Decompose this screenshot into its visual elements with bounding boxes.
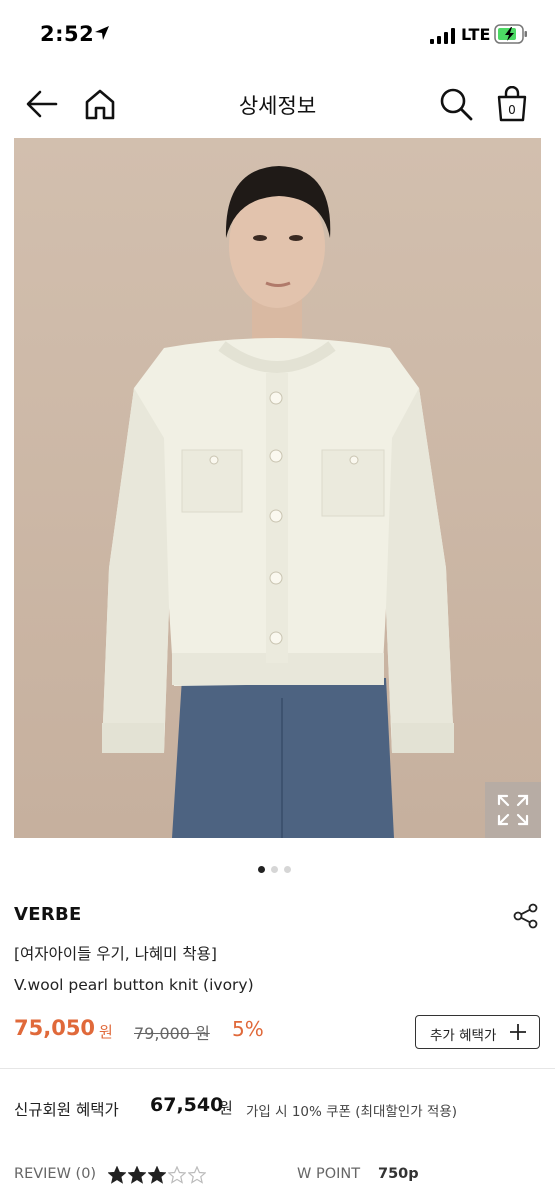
plus-icon [510, 1024, 526, 1040]
original-price: 79,000 원 [134, 1024, 210, 1043]
battery-icon [494, 24, 527, 44]
top-nav: 상세정보 0 [0, 70, 555, 138]
member-price: 67,540 [150, 1094, 224, 1116]
extra-benefit-label: 추가 혜택가 [430, 1028, 497, 1044]
expand-button[interactable] [485, 782, 541, 838]
share-icon[interactable] [512, 902, 540, 930]
status-bar: 2:52 LTE [0, 0, 555, 70]
rating-stars [108, 1166, 206, 1184]
status-time: 2:52 [40, 22, 95, 46]
cart-count: 0 [508, 103, 516, 117]
member-price-row: 신규회원 혜택가 67,540 원 가입 시 10% 쿠폰 (최대할인가 적용) [14, 1094, 544, 1122]
search-icon[interactable] [438, 86, 474, 122]
shopping-bag-icon[interactable]: 0 [494, 86, 530, 122]
product-subtitle: [여자아이들 우기, 나혜미 착용] [14, 945, 217, 963]
pager-dot-3[interactable] [284, 866, 291, 873]
signal-icon [430, 28, 455, 44]
image-pager [258, 866, 291, 873]
review-row: REVIEW (0) W POINT 750p [14, 1164, 544, 1188]
wpoint-value: 750p [378, 1166, 419, 1182]
star-empty-icon [188, 1166, 206, 1184]
member-coupon-note: 가입 시 10% 쿠폰 (최대할인가 적용) [246, 1104, 458, 1120]
divider [0, 1068, 555, 1069]
sale-price: 75,050 [14, 1016, 96, 1040]
network-type: LTE [461, 25, 491, 44]
review-count[interactable]: REVIEW (0) [14, 1166, 96, 1182]
location-arrow-icon [95, 26, 109, 40]
member-price-unit: 원 [219, 1099, 233, 1117]
wpoint-label: W POINT [297, 1166, 361, 1182]
sale-price-unit: 원 [99, 1023, 113, 1041]
star-filled-icon [148, 1166, 166, 1184]
member-price-label: 신규회원 혜택가 [14, 1101, 119, 1119]
product-image[interactable] [14, 138, 541, 838]
expand-icon [497, 794, 529, 826]
star-filled-icon [108, 1166, 126, 1184]
model-photo [14, 138, 541, 838]
pager-dot-1[interactable] [258, 866, 265, 873]
extra-benefit-button[interactable]: 추가 혜택가 [415, 1015, 540, 1049]
pager-dot-2[interactable] [271, 866, 278, 873]
discount-rate: 5% [232, 1017, 264, 1041]
product-name: V.wool pearl button knit (ivory) [14, 976, 254, 994]
star-filled-icon [128, 1166, 146, 1184]
star-empty-icon [168, 1166, 186, 1184]
brand-name[interactable]: VERBE [14, 904, 82, 925]
